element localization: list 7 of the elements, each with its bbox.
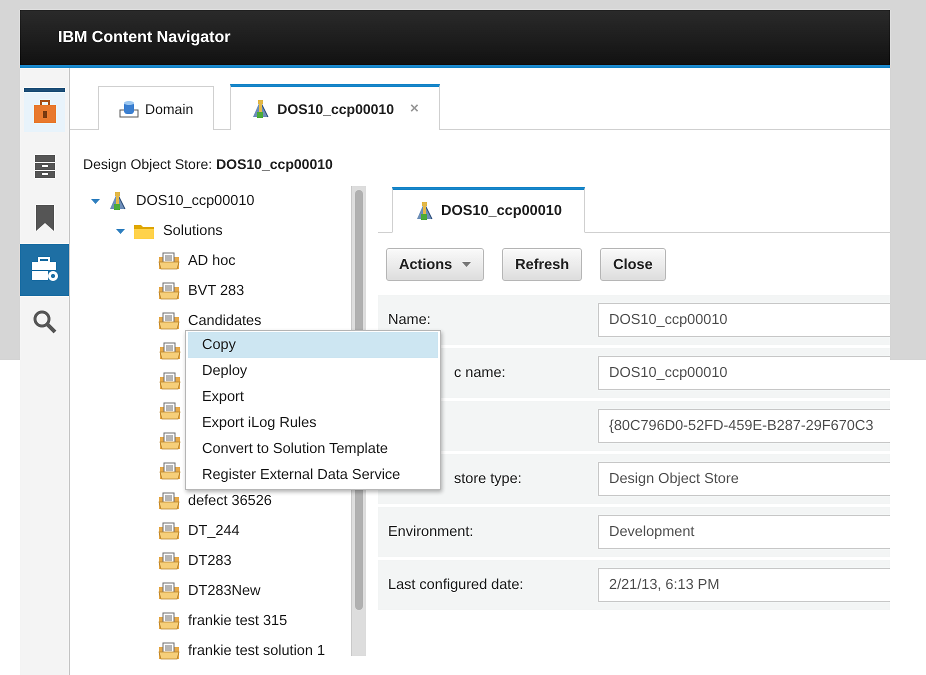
field-label: c name: [454,365,506,381]
field-label: Environment: [388,524,474,540]
field-label: Last configured date: [388,577,524,593]
store-heading: Design Object Store: DOS10_ccp00010 [83,156,334,172]
field-label: store type: [454,471,522,487]
field-label: Name: [388,312,431,328]
app-title: IBM Content Navigator [58,28,230,46]
